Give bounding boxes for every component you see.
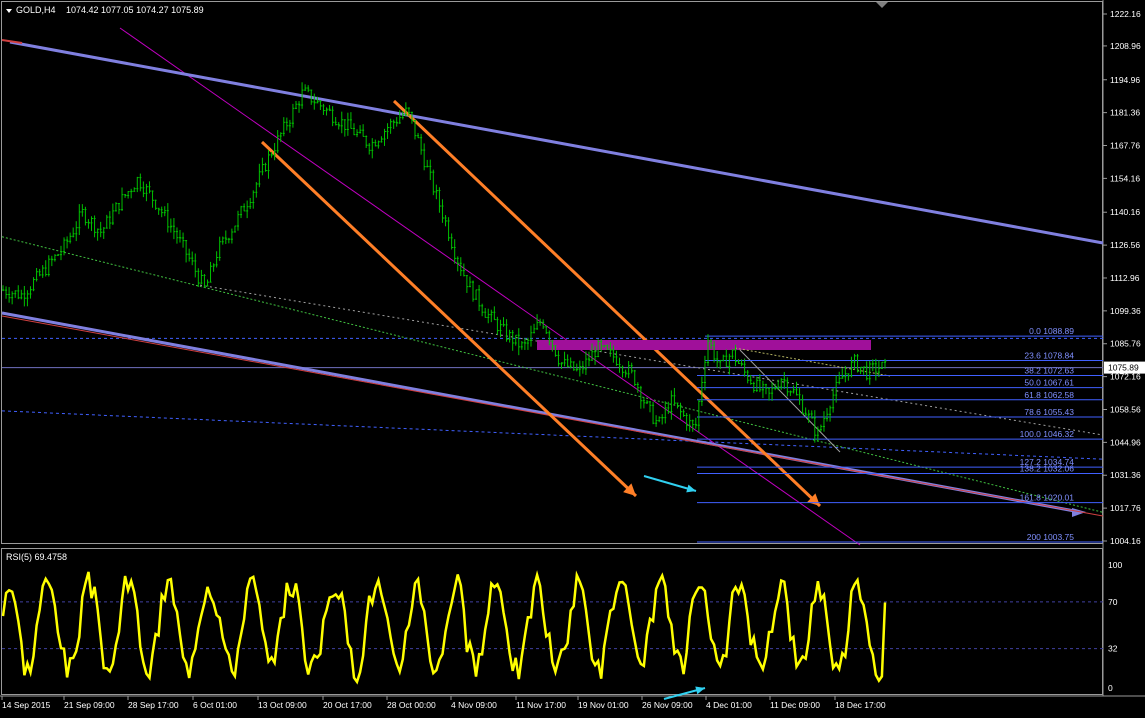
time-tick-label: 4 Dec 01:00 bbox=[706, 700, 752, 710]
price-tick-label: 1044.96 bbox=[1110, 437, 1141, 447]
fib-level-label: 78.6 1055.43 bbox=[1024, 407, 1074, 417]
time-tick-label: 11 Dec 09:00 bbox=[770, 700, 820, 710]
price-tick-label: 1099.36 bbox=[1110, 306, 1141, 316]
time-tick-label: 13 Oct 09:00 bbox=[258, 700, 307, 710]
time-tick-label: 26 Nov 09:00 bbox=[642, 700, 693, 710]
resistance-zone[interactable] bbox=[537, 340, 871, 350]
rsi-level-label: 70 bbox=[1108, 597, 1118, 607]
price-tick-label: 1222.16 bbox=[1110, 9, 1141, 19]
fib-level-label: 0.0 1088.89 bbox=[1029, 326, 1074, 336]
fib-level-label: 61.8 1062.58 bbox=[1024, 390, 1074, 400]
fib-level-label: 200 1003.75 bbox=[1027, 532, 1075, 542]
fib-level-label: 138.2 1032.06 bbox=[1020, 464, 1075, 474]
price-tick-label: 1017.76 bbox=[1110, 503, 1141, 513]
current-price-value: 1075.89 bbox=[1108, 363, 1139, 373]
time-tick-label: 18 Dec 17:00 bbox=[835, 700, 886, 710]
symbol-label: GOLD,H4 bbox=[16, 5, 56, 15]
price-tick-label: 1058.56 bbox=[1110, 404, 1141, 414]
time-tick-label: 19 Nov 01:00 bbox=[578, 700, 629, 710]
chart-canvas[interactable]: 0.0 1088.89 23.6 1078.84 38.2 1072.63 50.0 … bbox=[0, 0, 1145, 713]
fib-level-label: 50.0 1067.61 bbox=[1024, 378, 1074, 388]
chart-header: GOLD,H4 1074.42 1077.05 1074.27 1075.89 bbox=[6, 5, 204, 15]
price-tick-label: 1085.76 bbox=[1110, 339, 1141, 349]
price-tick-label: 1181.36 bbox=[1110, 108, 1140, 118]
rsi-level-label: 32 bbox=[1108, 644, 1118, 654]
time-tick-label: 28 Sep 17:00 bbox=[128, 700, 179, 710]
rsi-label: RSI(5) 69.4758 bbox=[6, 552, 67, 562]
price-tick-label: 1126.56 bbox=[1110, 240, 1140, 250]
rsi-level-label: 100 bbox=[1108, 560, 1122, 570]
time-tick-label: 21 Sep 09:00 bbox=[64, 700, 115, 710]
price-tick-label: 1112.96 bbox=[1110, 273, 1140, 283]
price-tick-label: 1208.96 bbox=[1110, 41, 1141, 51]
time-tick-label: 28 Oct 00:00 bbox=[387, 700, 436, 710]
time-tick-label: 6 Oct 01:00 bbox=[193, 700, 237, 710]
chart-window[interactable]: 0.0 1088.89 23.6 1078.84 38.2 1072.63 50.0 … bbox=[0, 0, 1145, 713]
price-tick-label: 1031.36 bbox=[1110, 470, 1141, 480]
price-tick-label: 1004.16 bbox=[1110, 536, 1141, 546]
price-tick-label: 1140.16 bbox=[1110, 207, 1140, 217]
time-tick-label: 20 Oct 17:00 bbox=[323, 700, 372, 710]
price-tick-label: 1194.96 bbox=[1110, 75, 1140, 85]
time-tick-label: 14 Sep 2015 bbox=[2, 700, 50, 710]
price-tick-label: 1154.16 bbox=[1110, 173, 1140, 183]
ohlc-values: 1074.42 1077.05 1074.27 1075.89 bbox=[66, 5, 204, 15]
fib-level-label: 23.6 1078.84 bbox=[1024, 350, 1074, 360]
current-price-tag: 1075.89 bbox=[1104, 361, 1145, 374]
time-tick-label: 4 Nov 09:00 bbox=[451, 700, 497, 710]
fib-level-label: 38.2 1072.63 bbox=[1024, 365, 1074, 375]
price-tick-label: 1167.76 bbox=[1110, 141, 1140, 151]
rsi-level-label: 0 bbox=[1108, 683, 1113, 693]
fib-level-label: 161.8 1020.01 bbox=[1020, 493, 1075, 503]
time-tick-label: 11 Nov 17:00 bbox=[516, 700, 566, 710]
fib-level-label: 100.0 1046.32 bbox=[1020, 429, 1075, 439]
